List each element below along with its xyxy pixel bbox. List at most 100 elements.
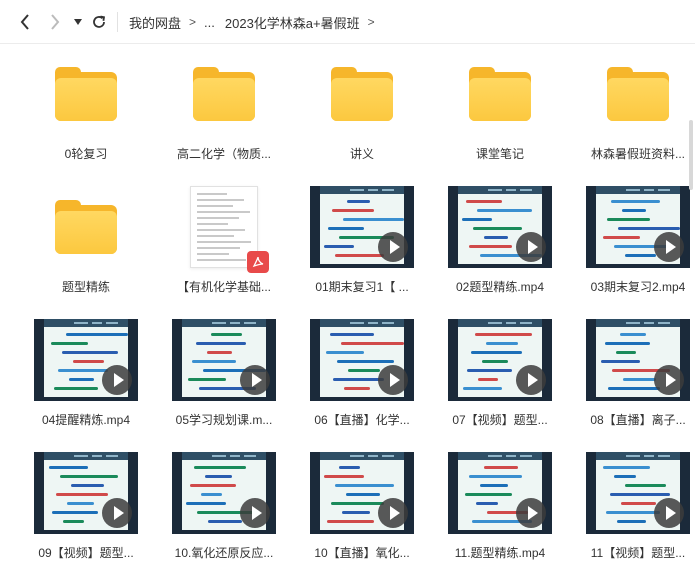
pdf-document-preview	[190, 186, 269, 273]
video-thumbnail	[310, 186, 414, 268]
history-dropdown-button[interactable]	[71, 10, 85, 34]
file-thumbnail	[431, 177, 569, 277]
folder-icon	[469, 67, 531, 121]
file-thumbnail	[569, 177, 695, 277]
file-item-video[interactable]: 05学习规划课.m...	[155, 310, 293, 444]
file-item-pdf[interactable]: 【有机化学基础...	[155, 177, 293, 311]
file-name: 11.题型精练.mp4	[454, 546, 546, 560]
file-name: 09【视频】题型...	[38, 546, 134, 560]
refresh-button[interactable]	[88, 10, 110, 34]
breadcrumb-item-current[interactable]: 2023化学林森a+暑假班	[225, 13, 360, 32]
file-name: 高二化学（物质...	[176, 147, 271, 161]
video-thumbnail	[34, 319, 138, 401]
folder-icon	[55, 67, 117, 121]
breadcrumb: 我的网盘 > ... 2023化学林森a+暑假班 >	[129, 0, 383, 44]
file-thumbnail	[155, 443, 293, 543]
file-name: 林森暑假班资料...	[590, 147, 685, 161]
file-item-video[interactable]: 04提醒精炼.mp4	[17, 310, 155, 444]
file-item-video[interactable]: 03期末复习2.mp4	[569, 177, 695, 311]
file-item-video[interactable]: 02题型精练.mp4	[431, 177, 569, 311]
file-name: 08【直播】离子...	[590, 413, 686, 427]
file-thumbnail	[431, 310, 569, 410]
file-item-video[interactable]: 11【视频】题型...	[569, 443, 695, 577]
video-thumbnail	[586, 319, 690, 401]
forward-button[interactable]	[44, 10, 66, 34]
file-item-video[interactable]: 07【视频】题型...	[431, 310, 569, 444]
file-thumbnail	[155, 44, 293, 144]
breadcrumb-separator: >	[189, 15, 197, 29]
play-icon[interactable]	[654, 498, 684, 528]
file-item-video[interactable]: 01期末复习1【 ...	[293, 177, 431, 311]
play-icon[interactable]	[102, 365, 132, 395]
file-thumbnail	[293, 44, 431, 144]
play-icon[interactable]	[378, 498, 408, 528]
file-thumbnail	[17, 310, 155, 410]
file-name: 题型精练	[61, 280, 110, 294]
play-icon[interactable]	[516, 498, 546, 528]
file-name: 02题型精练.mp4	[455, 280, 545, 294]
file-name: 07【视频】题型...	[452, 413, 548, 427]
breadcrumb-item-ellipsis[interactable]: ...	[204, 15, 215, 30]
file-item-folder[interactable]: 讲义	[293, 44, 431, 178]
play-icon[interactable]	[240, 365, 270, 395]
file-thumbnail	[569, 44, 695, 144]
folder-icon	[331, 67, 393, 121]
breadcrumb-separator: >	[367, 15, 375, 29]
file-item-folder[interactable]: 高二化学（物质...	[155, 44, 293, 178]
video-thumbnail	[586, 452, 690, 534]
file-thumbnail	[17, 177, 155, 277]
refresh-icon	[93, 15, 106, 28]
folder-icon	[55, 200, 117, 254]
chevron-right-icon	[51, 14, 60, 30]
file-thumbnail	[293, 310, 431, 410]
video-thumbnail	[34, 452, 138, 534]
file-item-video[interactable]: 11.题型精练.mp4	[431, 443, 569, 577]
file-name: 10.氧化还原反应...	[174, 546, 274, 560]
play-icon[interactable]	[654, 232, 684, 262]
scrollbar[interactable]	[689, 120, 693, 190]
file-thumbnail	[431, 443, 569, 543]
file-thumbnail	[569, 443, 695, 543]
play-icon[interactable]	[378, 232, 408, 262]
file-name: 【有机化学基础...	[176, 280, 271, 294]
file-name: 10【直播】氧化...	[314, 546, 410, 560]
file-item-folder[interactable]: 林森暑假班资料...	[569, 44, 695, 178]
file-item-video[interactable]: 10.氧化还原反应...	[155, 443, 293, 577]
back-button[interactable]	[14, 10, 36, 34]
video-thumbnail	[172, 452, 276, 534]
chevron-left-icon	[20, 14, 29, 30]
file-item-video[interactable]: 09【视频】题型...	[17, 443, 155, 577]
file-item-folder[interactable]: 课堂笔记	[431, 44, 569, 178]
file-item-folder[interactable]: 0轮复习	[17, 44, 155, 178]
file-thumbnail	[17, 44, 155, 144]
file-item-video[interactable]: 08【直播】离子...	[569, 310, 695, 444]
file-thumbnail	[17, 443, 155, 543]
file-name: 0轮复习	[64, 147, 108, 161]
file-thumbnail	[155, 310, 293, 410]
video-thumbnail	[448, 186, 552, 268]
file-item-video[interactable]: 06【直播】化学...	[293, 310, 431, 444]
file-name: 04提醒精炼.mp4	[41, 413, 131, 427]
file-thumbnail	[431, 44, 569, 144]
video-thumbnail	[448, 319, 552, 401]
file-name: 06【直播】化学...	[314, 413, 410, 427]
breadcrumb-item-root[interactable]: 我的网盘	[129, 13, 181, 32]
navigation-bar: 我的网盘 > ... 2023化学林森a+暑假班 >	[0, 0, 695, 44]
file-grid: 0轮复习 高二化学（物质... 讲义 课堂笔记 林森暑假班资料... 题型精练 【有机化学基…	[0, 44, 695, 577]
play-icon[interactable]	[240, 498, 270, 528]
play-icon[interactable]	[378, 365, 408, 395]
pdf-icon	[247, 251, 269, 273]
play-icon[interactable]	[102, 498, 132, 528]
file-item-video[interactable]: 10【直播】氧化...	[293, 443, 431, 577]
video-thumbnail	[448, 452, 552, 534]
folder-icon	[193, 67, 255, 121]
file-item-folder[interactable]: 题型精练	[17, 177, 155, 311]
video-thumbnail	[310, 319, 414, 401]
play-icon[interactable]	[516, 232, 546, 262]
play-icon[interactable]	[516, 365, 546, 395]
video-thumbnail	[586, 186, 690, 268]
file-name: 03期末复习2.mp4	[590, 280, 686, 294]
file-thumbnail	[293, 443, 431, 543]
file-name: 11【视频】题型...	[590, 546, 686, 560]
play-icon[interactable]	[654, 365, 684, 395]
